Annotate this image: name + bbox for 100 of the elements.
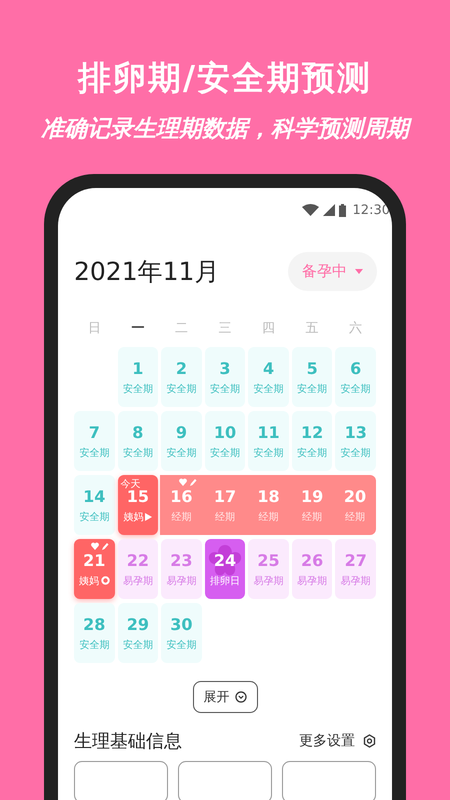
day-number: 21 xyxy=(83,550,106,570)
day-number: 30 xyxy=(170,614,193,634)
chevron-down-icon xyxy=(234,691,246,703)
day-status: 安全期 xyxy=(210,446,240,460)
calendar-day[interactable]: 3 安全期 xyxy=(204,347,246,407)
calendar-day[interactable]: 29 安全期 xyxy=(118,603,158,663)
day-number: 1 xyxy=(132,358,144,378)
calendar-day[interactable]: 5 安全期 xyxy=(292,347,332,407)
caret-icon xyxy=(355,269,363,274)
mode-dropdown[interactable]: 备孕中 xyxy=(288,252,377,291)
info-card[interactable] xyxy=(74,761,168,800)
weekday-label: 四 xyxy=(261,320,276,338)
info-card[interactable] xyxy=(282,761,376,800)
day-number: 5 xyxy=(306,358,318,378)
weekday-label: 日 xyxy=(86,320,102,338)
day-status: 经期 xyxy=(344,510,365,524)
calendar-day[interactable]: 1 安全期 xyxy=(118,347,158,407)
day-status: 安全期 xyxy=(210,382,240,396)
day-status: 安全期 xyxy=(166,382,196,396)
calendar-day[interactable]: 4 安全期 xyxy=(248,347,289,407)
day-number: 18 xyxy=(257,486,280,506)
calendar-day[interactable]: 14 安全期 xyxy=(74,475,115,535)
day-status: 姨妈 xyxy=(78,574,99,588)
settings-icon xyxy=(363,734,376,748)
weekday-label: 二 xyxy=(174,320,189,338)
calendar-day[interactable]: 28 安全期 xyxy=(74,603,115,663)
wifi-icon xyxy=(302,204,319,216)
calendar-day[interactable]: 25 易孕期 xyxy=(248,539,289,599)
day-number: 27 xyxy=(344,550,367,570)
calendar-day[interactable]: 8 安全期 xyxy=(118,411,158,471)
calendar-day[interactable]: 6 安全期 xyxy=(335,347,376,407)
signal-icon xyxy=(322,204,335,216)
section-title: 生理基础信息 xyxy=(74,730,182,753)
calendar-day[interactable]: 12 安全期 xyxy=(292,411,332,471)
calendar-day[interactable]: 21 姨妈 xyxy=(74,539,115,599)
calendar-day[interactable]: 27 易孕期 xyxy=(335,539,376,599)
calendar-day[interactable]: 23 易孕期 xyxy=(161,539,202,599)
day-number: 29 xyxy=(126,614,149,634)
day-status: 安全期 xyxy=(166,446,196,460)
day-status: 安全期 xyxy=(79,510,110,524)
calendar-day[interactable]: 19 经期 xyxy=(290,475,334,535)
day-number: 22 xyxy=(126,550,149,570)
day-status: 安全期 xyxy=(166,638,196,652)
day-number: 23 xyxy=(170,550,193,570)
day-status: 排卵日 xyxy=(210,574,240,588)
expand-button[interactable]: 展开 xyxy=(192,681,258,713)
day-status: 安全期 xyxy=(122,382,153,396)
day-number: 13 xyxy=(344,422,367,442)
calendar-day[interactable]: 10 安全期 xyxy=(204,411,246,471)
day-status: 安全期 xyxy=(122,638,153,652)
day-number: 12 xyxy=(301,422,324,442)
day-number: 10 xyxy=(214,422,236,442)
battery-icon xyxy=(338,204,346,216)
day-status: 安全期 xyxy=(297,382,328,396)
day-status: 经期 xyxy=(258,510,279,524)
day-status: 经期 xyxy=(214,510,235,524)
day-number: 17 xyxy=(214,486,236,506)
day-number: 6 xyxy=(350,358,362,378)
day-number: 24 xyxy=(214,550,236,570)
day-number: 2 xyxy=(176,358,187,378)
day-status: 易孕期 xyxy=(122,574,153,588)
calendar-day[interactable]: 17 经期 xyxy=(203,475,247,535)
day-status: 安全期 xyxy=(122,446,153,460)
day-status: 安全期 xyxy=(254,446,284,460)
day-status: 安全期 xyxy=(297,446,328,460)
day-status: 安全期 xyxy=(79,638,110,652)
day-status: 安全期 xyxy=(340,382,371,396)
day-number: 25 xyxy=(257,550,280,570)
calendar-day[interactable]: 13 安全期 xyxy=(335,411,376,471)
calendar-day[interactable]: 9 安全期 xyxy=(161,411,202,471)
calendar-day[interactable]: 11 安全期 xyxy=(248,411,289,471)
day-number: 11 xyxy=(257,422,280,442)
calendar-day[interactable]: 7 安全期 xyxy=(74,411,115,471)
day-number: 16 xyxy=(170,486,193,506)
calendar-day[interactable]: 24 排卵日 xyxy=(204,539,246,599)
day-number: 9 xyxy=(176,422,187,442)
day-status: 经期 xyxy=(302,510,322,524)
calendar-day[interactable]: 26 易孕期 xyxy=(292,539,332,599)
day-status: 安全期 xyxy=(340,446,371,460)
day-status: 易孕期 xyxy=(254,574,284,588)
weekday-label: 六 xyxy=(348,320,364,338)
weekday-label: 五 xyxy=(304,320,320,338)
calendar-day[interactable]: 今天 15 姨妈 xyxy=(118,475,158,535)
day-status: 姨妈 xyxy=(123,510,144,524)
info-card[interactable] xyxy=(178,761,272,800)
day-number: 20 xyxy=(344,486,366,506)
more-settings-link[interactable]: 更多设置 xyxy=(299,732,376,750)
calendar-day[interactable]: 2 安全期 xyxy=(161,347,202,407)
day-status: 易孕期 xyxy=(340,574,371,588)
day-status: 经期 xyxy=(171,510,192,524)
day-number: 8 xyxy=(132,422,144,442)
calendar-day[interactable]: 16 经期 xyxy=(160,475,204,535)
calendar-day[interactable]: 18 经期 xyxy=(246,475,290,535)
day-number: 4 xyxy=(262,358,274,378)
calendar-day[interactable]: 30 安全期 xyxy=(161,603,202,663)
weekday-label: 一 xyxy=(130,320,146,338)
calendar-day[interactable]: 20 经期 xyxy=(334,475,376,535)
day-status: 安全期 xyxy=(254,382,284,396)
month-title: 2021年11月 xyxy=(74,256,220,288)
calendar-day[interactable]: 22 易孕期 xyxy=(118,539,158,599)
